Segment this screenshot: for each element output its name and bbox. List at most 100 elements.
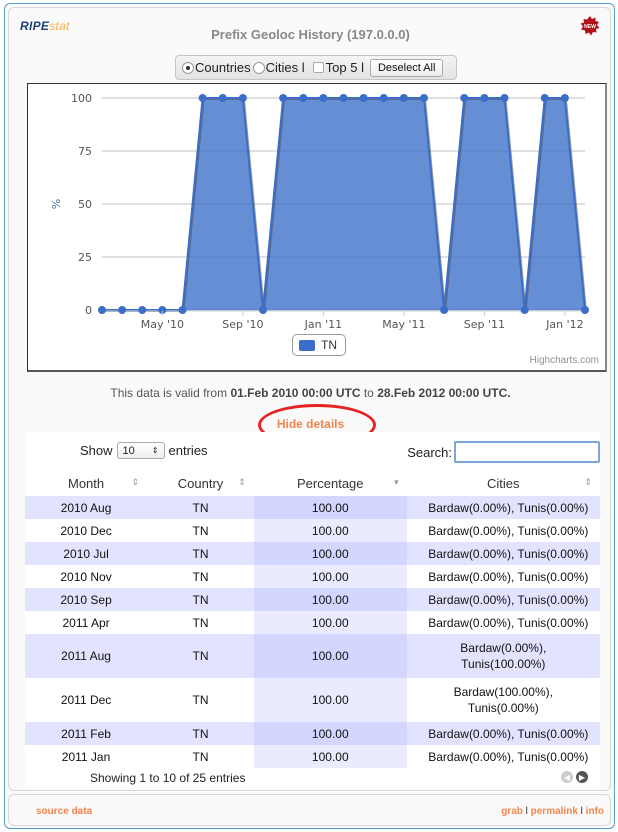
column-header-month[interactable]: Month ⇕ xyxy=(25,470,147,496)
cell-percentage: 100.00 xyxy=(253,611,407,634)
cell-month: 2010 Jul xyxy=(25,542,148,565)
data-point-marker xyxy=(218,94,227,102)
pagination: ◀ ▶ xyxy=(561,771,588,783)
top5-label[interactable]: Top 5 l xyxy=(326,60,364,75)
data-point-marker xyxy=(198,94,207,102)
details-table-wrapper: Show 10 ⇕ entries Search: Month ⇕ Country… xyxy=(25,432,600,788)
cell-month: 2011 Aug xyxy=(25,634,148,678)
column-header-cities[interactable]: Cities ⇕ xyxy=(407,470,600,496)
search-label: Search: xyxy=(407,444,452,460)
chart-svg: 0 25 50 75 100% May '10 Sep '10 Jan '11 May '11 S… xyxy=(50,92,589,331)
table-row: 2011 Aug TN 100.00 Bardaw(0.00%), Tunis(100… xyxy=(25,634,600,678)
grab-link[interactable]: grab xyxy=(501,806,523,817)
table-row: 2010 Dec TN 100.00 Bardaw(0.00%), Tunis(0.0… xyxy=(25,519,600,542)
highcharts-credits[interactable]: Highcharts.com xyxy=(530,355,599,366)
cities-label[interactable]: Cities l xyxy=(266,60,305,75)
cell-country: TN xyxy=(147,745,254,768)
page-length-control: Show 10 ⇕ entries xyxy=(80,442,208,459)
page-length-select[interactable]: 10 ⇕ xyxy=(116,442,165,459)
svg-text:NEW: NEW xyxy=(584,24,596,30)
cell-percentage: 100.00 xyxy=(253,634,407,678)
x-tick-label: Jan '12 xyxy=(545,318,583,331)
data-point-marker xyxy=(379,94,388,102)
geoloc-chart: 0 25 50 75 100% May '10 Sep '10 Jan '11 May '11 S… xyxy=(27,83,607,372)
y-tick-label: 75 xyxy=(78,145,92,158)
legend-swatch-tn xyxy=(299,339,315,351)
details-table: Month ⇕ Country ⇕ Percentage ▾ Cities ⇕ 2010… xyxy=(25,470,600,768)
cell-percentage: 100.00 xyxy=(253,722,407,745)
widget-title: Prefix Geoloc History (197.0.0.0) xyxy=(211,27,410,42)
x-tick-label: Sep '10 xyxy=(222,318,263,331)
next-page-icon[interactable]: ▶ xyxy=(576,771,588,783)
source-data-link[interactable]: source data xyxy=(36,806,92,817)
validity-from: 01.Feb 2010 00:00 UTC xyxy=(230,386,361,400)
show-label: Show xyxy=(80,443,113,458)
cell-cities: Bardaw(0.00%), Tunis(0.00%) xyxy=(406,722,600,745)
table-info: Showing 1 to 10 of 25 entries xyxy=(90,771,246,785)
y-axis-title: % xyxy=(50,199,63,209)
y-tick-label: 100 xyxy=(71,92,92,105)
data-point-marker xyxy=(581,306,589,314)
cell-percentage: 100.00 xyxy=(253,745,407,768)
data-point-marker xyxy=(98,306,106,314)
x-tick-label: Sep '11 xyxy=(464,318,505,331)
column-label-country: Country xyxy=(177,475,224,491)
select-arrows-icon: ⇕ xyxy=(151,446,159,455)
column-header-country[interactable]: Country ⇕ xyxy=(147,470,254,496)
table-row: 2011 Apr TN 100.00 Bardaw(0.00%), Tunis(0.0… xyxy=(25,611,600,634)
data-point-marker xyxy=(520,306,529,314)
cell-month: 2010 Nov xyxy=(25,565,148,588)
data-point-marker xyxy=(399,94,408,102)
cell-percentage: 100.00 xyxy=(253,565,407,588)
countries-radio[interactable] xyxy=(182,61,194,74)
validity-text: This data is valid from 01.Feb 2010 00:0… xyxy=(9,386,612,400)
data-point-marker xyxy=(500,94,509,102)
cell-country: TN xyxy=(147,678,254,722)
cell-country: TN xyxy=(147,496,254,519)
cell-country: TN xyxy=(147,611,254,634)
table-row: 2010 Jul TN 100.00 Bardaw(0.00%), Tunis(0.0… xyxy=(25,542,600,565)
countries-label[interactable]: Countries xyxy=(195,60,251,75)
footer-links: grab l permalink l info xyxy=(501,806,604,817)
cell-cities: Bardaw(0.00%), Tunis(0.00%) xyxy=(406,745,600,768)
cell-percentage: 100.00 xyxy=(253,678,407,722)
cell-month: 2011 Feb xyxy=(25,722,148,745)
cell-cities: Bardaw(0.00%), Tunis(0.00%) xyxy=(406,542,600,565)
table-row: 2011 Dec TN 100.00 Bardaw(100.00%), Tunis(0… xyxy=(25,678,600,722)
data-point-marker xyxy=(440,306,449,314)
permalink-link[interactable]: permalink xyxy=(531,806,578,817)
data-point-marker xyxy=(339,94,348,102)
validity-prefix: This data is valid from xyxy=(110,386,231,400)
table-row: 2010 Sep TN 100.00 Bardaw(0.00%), Tunis(0.0… xyxy=(25,588,600,611)
sort-both-icon: ⇕ xyxy=(584,477,592,487)
info-link[interactable]: info xyxy=(586,806,604,817)
cell-cities: Bardaw(0.00%), Tunis(0.00%) xyxy=(406,565,600,588)
data-point-marker xyxy=(560,94,569,102)
table-row: 2010 Nov TN 100.00 Bardaw(0.00%), Tunis(0.0… xyxy=(25,565,600,588)
cell-month: 2011 Dec xyxy=(25,678,148,722)
search-control: Search: xyxy=(407,441,600,463)
previous-page-icon[interactable]: ◀ xyxy=(561,771,573,783)
search-input[interactable] xyxy=(454,441,600,463)
table-row: 2010 Aug TN 100.00 Bardaw(0.00%), Tunis(0.0… xyxy=(25,496,600,519)
deselect-all-button[interactable]: Deselect All xyxy=(369,58,444,77)
x-tick-label: Jan '11 xyxy=(304,318,342,331)
column-label-month: Month xyxy=(67,475,105,491)
data-point-marker xyxy=(259,306,267,314)
data-point-marker xyxy=(480,94,489,102)
top5-checkbox[interactable] xyxy=(312,62,324,73)
footer-separator: l xyxy=(577,806,586,817)
table-row: 2011 Jan TN 100.00 Bardaw(0.00%), Tunis(0.0… xyxy=(25,745,600,768)
footer: source data grab l permalink l info xyxy=(8,794,611,826)
sort-both-icon: ⇕ xyxy=(131,477,140,487)
cities-radio[interactable] xyxy=(252,61,265,74)
cell-month: 2011 Jan xyxy=(25,745,148,768)
data-point-marker xyxy=(118,306,127,314)
table-row: 2011 Feb TN 100.00 Bardaw(0.00%), Tunis(0.0… xyxy=(25,722,600,745)
cell-country: TN xyxy=(147,588,254,611)
chart-legend[interactable]: TN xyxy=(292,334,346,356)
cell-country: TN xyxy=(147,722,254,745)
validity-mid: to xyxy=(360,386,378,400)
column-header-percentage[interactable]: Percentage ▾ xyxy=(254,470,407,496)
cell-percentage: 100.00 xyxy=(253,542,407,565)
